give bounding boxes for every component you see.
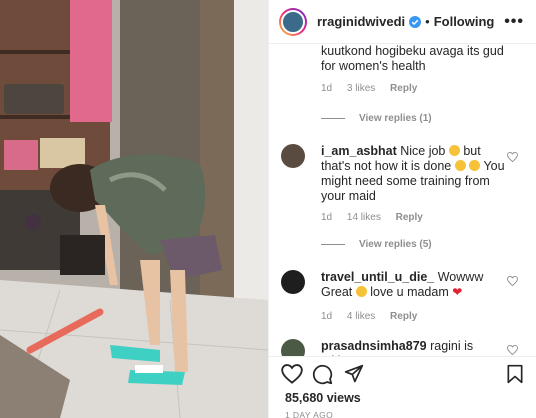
post-date: 1 DAY AGO xyxy=(285,410,334,418)
action-divider xyxy=(269,356,536,357)
like-comment-heart-icon[interactable] xyxy=(507,345,518,355)
commenter-avatar[interactable] xyxy=(281,270,305,294)
comment-age: 1d xyxy=(321,311,333,322)
view-replies-label: View replies (1) xyxy=(359,113,432,124)
view-count[interactable]: 85,680 views xyxy=(285,391,361,405)
commenter-avatar[interactable] xyxy=(281,339,305,356)
reply-button[interactable]: Reply xyxy=(396,212,423,223)
post-side-panel: rraginidwivedi • Following ••• kuutkond … xyxy=(268,0,536,418)
verified-badge-icon xyxy=(409,15,422,28)
post-header: rraginidwivedi • Following ••• xyxy=(269,0,536,44)
comment-meta: 1d 3 likes Reply xyxy=(321,83,511,94)
post-actions-bar xyxy=(281,364,524,386)
paper-plane-icon[interactable] xyxy=(344,364,364,384)
comment-likes[interactable]: 14 likes xyxy=(347,212,381,223)
heart-outline-icon[interactable] xyxy=(281,364,303,384)
header-separator: • xyxy=(425,14,430,29)
post-media-image xyxy=(0,0,268,418)
red-heart-emoji-icon: ❤ xyxy=(452,285,463,299)
commenter-username[interactable]: prasadnsimha879 xyxy=(321,339,427,353)
comment-meta: 1d 14 likes Reply xyxy=(321,212,435,223)
commenter-avatar[interactable] xyxy=(281,144,305,168)
view-replies-label: View replies (5) xyxy=(359,239,432,250)
author-avatar[interactable] xyxy=(279,7,307,36)
reply-button[interactable]: Reply xyxy=(390,83,417,94)
reply-button[interactable]: Reply xyxy=(390,311,417,322)
comment-text: Nice job xyxy=(400,144,446,158)
like-comment-heart-icon[interactable] xyxy=(507,152,518,162)
comment-age: 1d xyxy=(321,83,333,94)
grin-emoji-icon xyxy=(469,160,481,171)
comment-age: 1d xyxy=(321,212,333,223)
bookmark-icon[interactable] xyxy=(506,364,524,384)
author-username[interactable]: rraginidwivedi xyxy=(317,14,405,29)
comments-list[interactable]: kuutkond hogibeku avaga its gud for wome… xyxy=(269,45,536,356)
commenter-username[interactable]: travel_until_u_die_ xyxy=(321,270,434,284)
comment-text: kuutkond hogibeku avaga its gud for wome… xyxy=(321,45,504,73)
commenter-username[interactable]: i_am_asbhat xyxy=(321,144,397,158)
comment-meta: 1d 4 likes Reply xyxy=(321,311,429,322)
view-replies-button[interactable]: View replies (5) xyxy=(321,239,432,250)
like-comment-heart-icon[interactable] xyxy=(507,276,518,286)
view-replies-button[interactable]: View replies (1) xyxy=(321,113,511,124)
comment-text: love u madam xyxy=(370,285,449,299)
kiss-emoji-icon xyxy=(355,286,367,297)
comment-bubble-icon[interactable] xyxy=(312,364,333,385)
comment-likes[interactable]: 4 likes xyxy=(347,311,375,322)
more-options-icon[interactable]: ••• xyxy=(504,13,524,31)
comment-item: kuutkond hogibeku avaga its gud for wome… xyxy=(321,45,511,124)
following-button[interactable]: Following xyxy=(434,14,495,29)
comment-likes[interactable]: 3 likes xyxy=(347,83,375,94)
grin-emoji-icon xyxy=(454,160,466,171)
grin-emoji-icon xyxy=(448,145,460,156)
